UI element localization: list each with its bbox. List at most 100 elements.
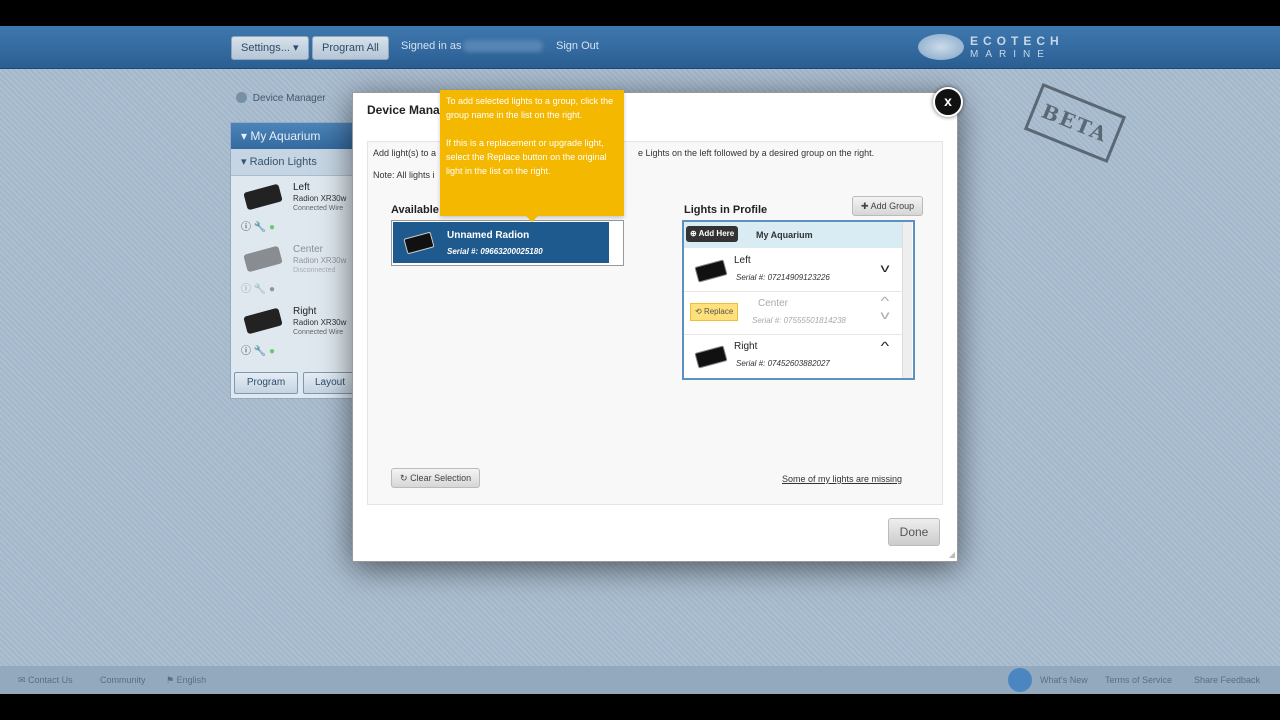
status-dot-icon: ● — [269, 284, 276, 295]
available-header: Available — [391, 204, 439, 216]
profile-light-row[interactable]: Left Serial #: 07214909123226 v — [684, 249, 902, 292]
sidebar-item-center[interactable]: Center Radion XR30w Disconnected ⓘ 🔧 ● — [231, 238, 359, 300]
sidebar-item-status: Disconnected — [293, 267, 336, 274]
contact-link[interactable]: ✉ Contact Us — [18, 675, 73, 686]
tooltip-text-2: If this is a replacement or upgrade ligh… — [446, 138, 607, 176]
plus-icon: ✚ — [861, 201, 869, 211]
chevron-down-icon[interactable]: v — [881, 261, 890, 275]
add-group-button[interactable]: ✚ Add Group — [852, 196, 924, 216]
beta-stamp: BETA — [1023, 82, 1127, 164]
sidebar-item-name: Left — [293, 182, 310, 193]
community-link[interactable]: Community — [100, 675, 146, 685]
logo-subtext: MARINE — [970, 49, 1051, 60]
add-here-button[interactable]: ⊕ Add Here — [686, 226, 739, 242]
status-dot-icon: ● — [269, 222, 276, 233]
replace-icon: ⟲ — [695, 307, 702, 316]
help-tooltip: To add selected lights to a group, click… — [440, 90, 624, 222]
layout-button[interactable]: Layout — [303, 372, 357, 394]
terms-link[interactable]: Terms of Service — [1105, 675, 1172, 685]
tooltip-text-1: To add selected lights to a group, click… — [446, 96, 614, 120]
missing-lights-link[interactable]: Some of my lights are missing — [782, 474, 902, 484]
sidebar-item-tools: ⓘ 🔧 ● — [241, 280, 275, 295]
sidebar-footer: Program Layout — [231, 372, 359, 394]
profile-light-name: Center — [758, 298, 789, 309]
profile-light-serial: Serial #: 07452603882027 — [736, 359, 830, 368]
settings-button[interactable]: Settings... ▾ — [231, 36, 309, 60]
radion-light-icon — [694, 259, 728, 283]
sidebar-item-left[interactable]: Left Radion XR30w Connected Wire ⓘ 🔧 ● — [231, 176, 359, 238]
sidebar-item-model: Radion XR30w — [293, 256, 347, 265]
info-icon[interactable]: ⓘ — [241, 222, 251, 233]
plus-circle-icon: ⊕ — [690, 229, 697, 238]
sidebar-group-label: Radion Lights — [249, 156, 317, 168]
wrench-icon[interactable]: 🔧 — [254, 222, 266, 233]
add-group-label: Add Group — [870, 201, 915, 211]
profile-light-name: Left — [734, 255, 751, 266]
sidebar-aquarium[interactable]: ▾ My Aquarium — [231, 123, 359, 149]
replace-button[interactable]: ⟲ Replace — [690, 303, 739, 321]
available-light-name: Unnamed Radion — [447, 230, 530, 241]
sidebar-item-model: Radion XR30w — [293, 194, 347, 203]
scrollbar[interactable] — [902, 222, 912, 378]
sidebar-item-name: Right — [293, 306, 317, 317]
device-manager-icon — [236, 92, 247, 103]
done-button[interactable]: Done — [888, 518, 940, 546]
breadcrumb[interactable]: Device Manager — [236, 92, 326, 104]
refresh-icon: ↻ — [400, 473, 408, 483]
signed-in-label: Signed in as — [401, 40, 462, 52]
sidebar-item-name: Center — [293, 244, 324, 255]
settings-label: Settings... — [241, 42, 290, 54]
radion-light-icon — [243, 183, 283, 211]
intro-note: Note: All lights i — [373, 170, 435, 180]
profile-light-row[interactable]: Right Serial #: 07452603882027 ^ — [684, 335, 902, 377]
program-all-button[interactable]: Program All — [312, 36, 389, 60]
program-button[interactable]: Program — [234, 372, 298, 394]
profile-light-serial: Serial #: 07555501814238 — [752, 316, 846, 325]
info-icon[interactable]: ⓘ — [241, 346, 251, 357]
sidebar-item-model: Radion XR30w — [293, 318, 347, 327]
profile-group-row[interactable]: ⊕ Add Here My Aquarium — [684, 222, 902, 248]
logo-text: ECOTECH — [970, 34, 1064, 48]
chevron-up-icon[interactable]: ^ — [881, 339, 889, 353]
wrench-icon[interactable]: 🔧 — [254, 284, 266, 295]
info-icon[interactable]: ⓘ — [241, 284, 251, 295]
available-lights-list: Unnamed Radion Serial #: 09663200025180 — [391, 220, 624, 266]
sidebar-item-status: Connected Wire — [293, 329, 344, 336]
chevron-down-icon[interactable]: v — [881, 308, 890, 322]
wrench-icon[interactable]: 🔧 — [254, 346, 266, 357]
sidebar: ▾ My Aquarium ▾ Radion Lights Left Radio… — [230, 122, 360, 399]
profile-light-serial: Serial #: 07214909123226 — [736, 273, 830, 282]
sidebar-item-right[interactable]: Right Radion XR30w Connected Wire ⓘ 🔧 ● — [231, 300, 359, 362]
available-light-serial: Serial #: 09663200025180 — [447, 247, 543, 256]
language-select[interactable]: ⚑ English — [166, 675, 206, 686]
available-light-row[interactable]: Unnamed Radion Serial #: 09663200025180 — [393, 222, 609, 263]
top-bar: Settings... ▾ Program All Signed in as S… — [0, 26, 1280, 69]
profile-light-name: Right — [734, 341, 758, 352]
radion-light-icon — [243, 245, 283, 273]
sign-out-link[interactable]: Sign Out — [556, 40, 599, 52]
clear-selection-label: Clear Selection — [410, 473, 472, 483]
chevron-up-icon[interactable]: ^ — [881, 294, 889, 308]
share-feedback-link[interactable]: Share Feedback — [1194, 675, 1260, 685]
sidebar-item-status: Connected Wire — [293, 205, 344, 212]
status-dot-icon: ● — [269, 346, 276, 357]
footer-bar: ✉ Contact Us Community ⚑ English What's … — [0, 666, 1280, 694]
resize-handle-icon[interactable]: ◢ — [949, 550, 955, 559]
close-icon[interactable]: x — [933, 87, 963, 117]
sidebar-item-tools: ⓘ 🔧 ● — [241, 218, 275, 233]
globe-icon — [1008, 668, 1032, 692]
intro-text-right: e Lights on the left followed by a desir… — [638, 148, 875, 158]
clear-selection-button[interactable]: ↻ Clear Selection — [391, 468, 481, 488]
radion-light-icon — [403, 231, 435, 255]
language-label: English — [176, 675, 207, 685]
add-here-label: Add Here — [698, 229, 735, 238]
contact-label: Contact Us — [28, 675, 73, 685]
sidebar-group[interactable]: ▾ Radion Lights — [231, 149, 359, 176]
profile-light-row[interactable]: ⟲ Replace Center Serial #: 0755550181423… — [684, 292, 902, 335]
chevron-down-icon: ▾ — [292, 42, 299, 54]
logo-mark-icon — [918, 34, 964, 60]
replace-label: Replace — [703, 307, 734, 316]
radion-light-icon — [243, 307, 283, 335]
sidebar-aquarium-label: My Aquarium — [250, 129, 321, 143]
whats-new-link[interactable]: What's New — [1040, 675, 1088, 685]
